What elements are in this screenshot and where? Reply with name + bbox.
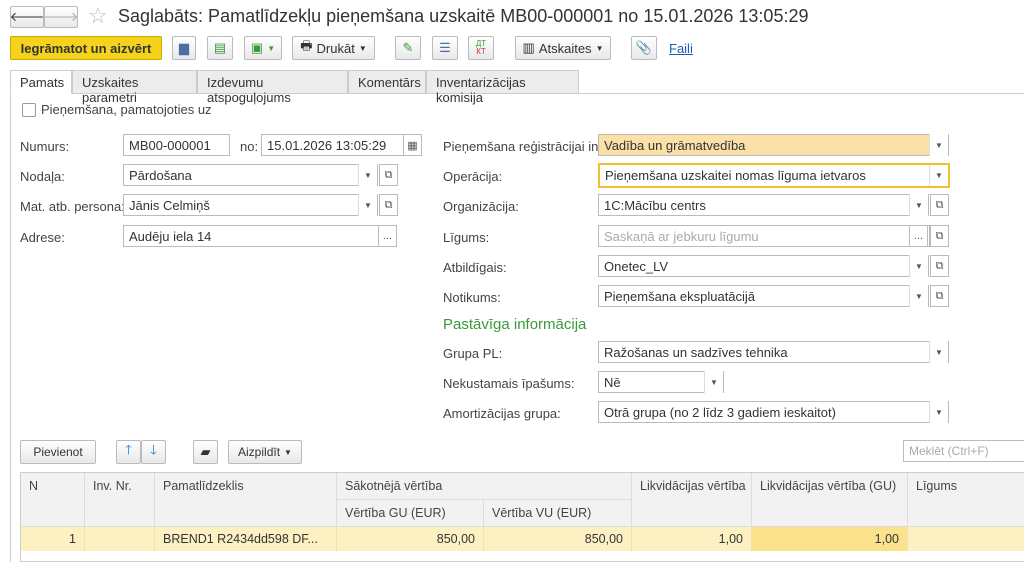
cell-inv-nr bbox=[85, 527, 155, 551]
save-icon[interactable]: ▆ bbox=[172, 36, 196, 60]
edit-history-icon[interactable]: ✎ bbox=[395, 36, 421, 60]
based-on-checkbox[interactable] bbox=[22, 103, 36, 117]
contract-field[interactable]: Saskaņā ar jebkuru līgumu bbox=[598, 225, 930, 247]
move-down-icon[interactable]: 🡓 bbox=[141, 440, 166, 464]
chevron-down-icon[interactable]: ▼ bbox=[929, 341, 948, 363]
event-label: Notikums: bbox=[443, 290, 501, 305]
forward-button[interactable]: 🡒 bbox=[44, 6, 78, 28]
select-ellipsis-button[interactable]: ... bbox=[378, 225, 397, 247]
create-based-on-button[interactable]: ▣ ▼ bbox=[244, 36, 282, 60]
responsible-field[interactable]: Onetec_LV bbox=[598, 255, 929, 277]
add-button[interactable]: Pievienot bbox=[20, 440, 96, 464]
date-label: no: bbox=[240, 139, 259, 154]
printer-icon: 🖶 bbox=[300, 38, 313, 53]
dt-kt-icon[interactable]: ДТ КТ bbox=[468, 36, 494, 60]
operation-field[interactable]: Pieņemšana uzskaitei nomas līguma ietvar… bbox=[598, 163, 950, 188]
open-icon[interactable]: ⧉ bbox=[930, 285, 949, 307]
col-asset[interactable]: Pamatlīdzeklis bbox=[155, 473, 337, 527]
back-button[interactable]: 🡐 bbox=[10, 6, 44, 28]
cell-asset: BREND1 R2434dd598 DF... bbox=[155, 527, 337, 551]
window-title: Saglabāts: Pamatlīdzekļu pieņemšana uzsk… bbox=[118, 6, 809, 26]
event-field[interactable]: Pieņemšana ekspluatācijā bbox=[598, 285, 929, 307]
reports-button[interactable]: ▥ Atskaites ▼ bbox=[515, 36, 611, 60]
col-value-gu[interactable]: Vērtība GU (EUR) bbox=[337, 500, 484, 527]
organization-label: Organizācija: bbox=[443, 199, 519, 214]
cell-value-gu: 850,00 bbox=[337, 527, 484, 551]
number-label: Numurs: bbox=[20, 139, 70, 154]
files-link[interactable]: Faili bbox=[669, 41, 693, 56]
organization-field[interactable]: 1C:Mācību centrs bbox=[598, 194, 929, 216]
barcode-scanner-icon[interactable]: ▰ bbox=[193, 440, 218, 464]
address-label: Adrese: bbox=[20, 230, 65, 245]
responsible-label: Atbildīgais: bbox=[443, 260, 507, 275]
cell-n: 1 bbox=[21, 527, 85, 551]
operation-label: Operācija: bbox=[443, 169, 503, 184]
based-on-label: Pieņemšana, pamatojoties uz bbox=[41, 102, 212, 117]
chevron-down-icon[interactable]: ▼ bbox=[909, 285, 928, 307]
col-inv-nr[interactable]: Inv. Nr. bbox=[85, 473, 155, 527]
tab-inventarizacijas-komisija[interactable]: Inventarizācijas komisija bbox=[426, 70, 579, 105]
cell-liquidation: 1,00 bbox=[632, 527, 752, 551]
open-icon[interactable]: ⧉ bbox=[930, 194, 949, 216]
section-heading: Pastāvīga informācija bbox=[443, 316, 587, 333]
open-icon[interactable]: ⧉ bbox=[930, 255, 949, 277]
open-icon[interactable]: ⧉ bbox=[930, 225, 949, 247]
tab-komentars[interactable]: Komentārs bbox=[348, 70, 426, 94]
favorite-star-icon[interactable]: ☆ bbox=[88, 3, 108, 29]
tab-izdevumu-atspogulojums[interactable]: Izdevumu atspoguļojums bbox=[197, 70, 348, 105]
report-icon: ▥ bbox=[522, 40, 535, 55]
open-icon[interactable]: ⧉ bbox=[379, 194, 398, 216]
open-icon[interactable]: ⧉ bbox=[379, 164, 398, 186]
chevron-down-icon[interactable]: ▼ bbox=[358, 194, 377, 216]
number-field[interactable]: MB00-000001 bbox=[123, 134, 230, 156]
col-initial-value: Sākotnējā vērtība bbox=[337, 473, 632, 500]
move-up-icon[interactable]: 🡑 bbox=[116, 440, 141, 464]
search-input[interactable]: Meklēt (Ctrl+F) bbox=[903, 440, 1024, 462]
chevron-down-icon[interactable]: ▼ bbox=[909, 255, 928, 277]
col-liquidation-gu[interactable]: Likvidācijas vērtība (GU) bbox=[752, 473, 908, 527]
cell-liquidation-gu[interactable]: 1,00 bbox=[752, 527, 908, 551]
cell-value-vu: 850,00 bbox=[484, 527, 632, 551]
division-label: Nodaļa: bbox=[20, 169, 65, 184]
amortization-label: Amortizācijas grupa: bbox=[443, 406, 561, 421]
col-liquidation[interactable]: Likvidācijas vērtība bbox=[632, 473, 752, 527]
panel-border bbox=[10, 94, 11, 562]
registration-field[interactable]: Vadība un grāmatvedība bbox=[598, 134, 949, 156]
division-field[interactable]: Pārdošana bbox=[123, 164, 378, 186]
col-value-vu[interactable]: Vērtība VU (EUR) bbox=[484, 500, 632, 527]
date-field[interactable]: 15.01.2026 13:05:29 bbox=[261, 134, 404, 156]
registration-label: Pieņemšana reģistrācijai in: bbox=[443, 139, 602, 154]
col-contract[interactable]: Līgums bbox=[908, 473, 1024, 527]
fill-button[interactable]: Aizpildīt ▼ bbox=[228, 440, 302, 464]
post-icon[interactable]: ▤ bbox=[207, 36, 233, 60]
print-button[interactable]: 🖶 Drukāt ▼ bbox=[292, 36, 375, 60]
amortization-field[interactable]: Otrā grupa (no 2 līdz 3 gadiem ieskaitot… bbox=[598, 401, 949, 423]
select-ellipsis-button[interactable]: ... bbox=[909, 225, 928, 247]
tab-uzskaites-parametri[interactable]: Uzskaites parametri bbox=[72, 70, 197, 105]
calendar-icon[interactable]: ▦ bbox=[403, 134, 422, 156]
contract-label: Līgums: bbox=[443, 230, 490, 245]
chevron-down-icon[interactable]: ▼ bbox=[704, 371, 723, 393]
chevron-down-icon[interactable]: ▼ bbox=[358, 164, 377, 186]
real-estate-label: Nekustamais īpašums: bbox=[443, 376, 575, 391]
address-field[interactable]: Audēju iela 14 bbox=[123, 225, 379, 247]
tab-pamats[interactable]: Pamats bbox=[10, 70, 72, 94]
post-and-close-button[interactable]: Iegrāmatot un aizvērt bbox=[10, 36, 162, 60]
attachment-icon[interactable]: 📎 bbox=[631, 36, 657, 60]
chevron-down-icon[interactable]: ▼ bbox=[909, 194, 928, 216]
chevron-down-icon[interactable]: ▼ bbox=[929, 165, 948, 186]
list-icon[interactable]: ☰ bbox=[432, 36, 458, 60]
group-label: Grupa PL: bbox=[443, 346, 503, 361]
chevron-down-icon[interactable]: ▼ bbox=[929, 134, 948, 156]
col-n[interactable]: N bbox=[21, 473, 85, 527]
group-field[interactable]: Ražošanas un sadzīves tehnika bbox=[598, 341, 949, 363]
person-label: Mat. atb. persona: bbox=[20, 199, 125, 214]
cell-contract bbox=[908, 527, 1024, 551]
person-field[interactable]: Jānis Celmiņš bbox=[123, 194, 378, 216]
chevron-down-icon[interactable]: ▼ bbox=[929, 401, 948, 423]
